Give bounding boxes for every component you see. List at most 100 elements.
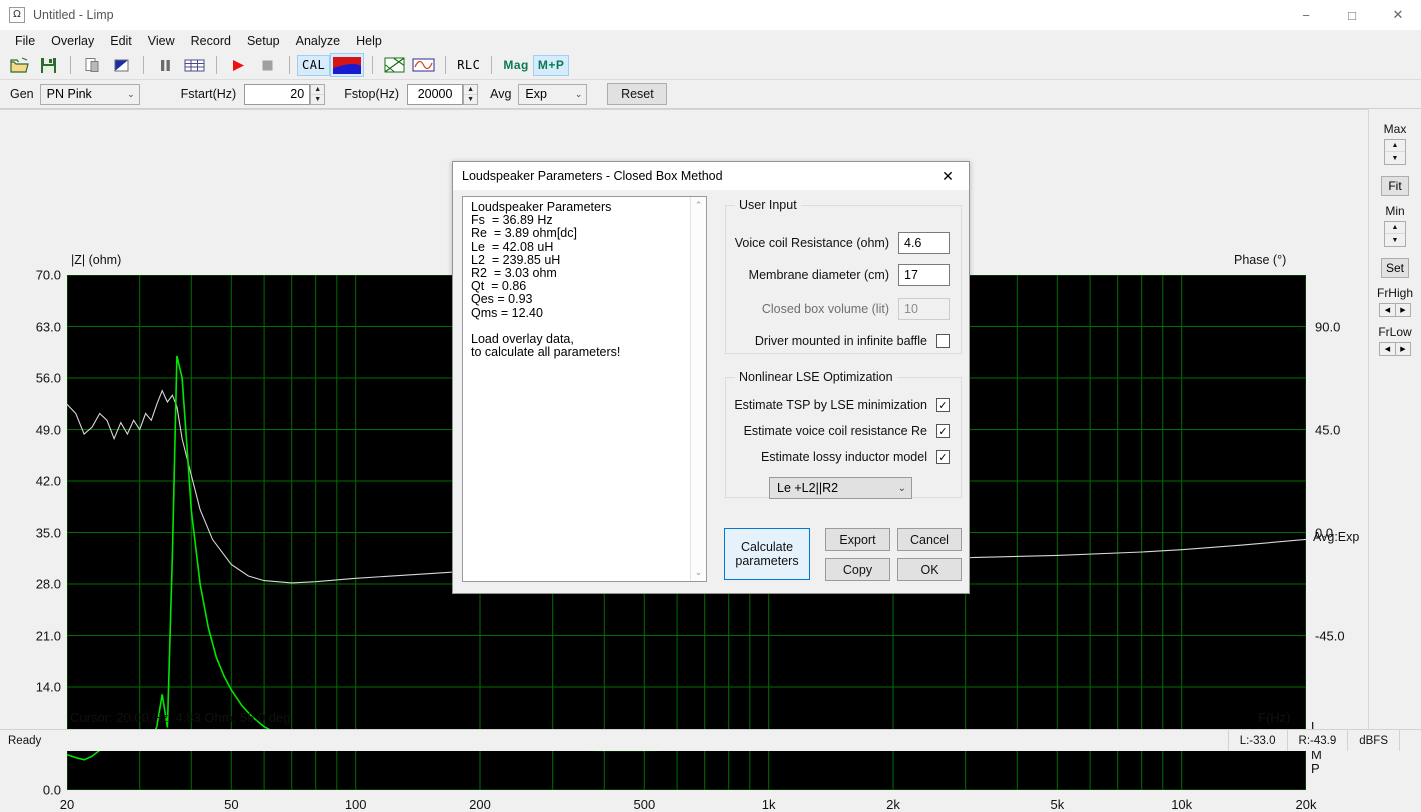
avg-select[interactable]: Exp ⌄ xyxy=(518,84,587,105)
frlow-stepper[interactable]: ◀ ▶ xyxy=(1379,342,1411,356)
y-tick-label: 56.0 xyxy=(1,371,61,386)
maximize-button[interactable]: □ xyxy=(1329,0,1375,30)
impedance-curve-button[interactable] xyxy=(380,53,408,77)
max-up-icon[interactable]: ▲ xyxy=(1385,140,1405,152)
mag-phase-button[interactable]: M+P xyxy=(533,55,570,76)
estimate-tsp-label: Estimate TSP by LSE minimization xyxy=(734,398,927,412)
minimize-button[interactable]: − xyxy=(1283,0,1329,30)
cancel-button[interactable]: Cancel xyxy=(897,528,962,551)
x-tick-label: 500 xyxy=(633,797,655,812)
overlay-button[interactable] xyxy=(107,53,135,77)
window-controls: − □ ✕ xyxy=(1283,0,1421,30)
pause-button[interactable] xyxy=(151,53,179,77)
ok-button[interactable]: OK xyxy=(897,558,962,581)
fstop-stepper[interactable]: ▲▼ xyxy=(463,84,478,105)
menu-file[interactable]: File xyxy=(7,32,43,50)
estimate-lossy-label: Estimate lossy inductor model xyxy=(761,450,927,464)
gen-select[interactable]: PN Pink ⌄ xyxy=(40,84,140,105)
calculate-parameters-button[interactable]: Calculate parameters xyxy=(724,528,810,580)
menu-setup[interactable]: Setup xyxy=(239,32,288,50)
scroll-up-icon[interactable]: ⌃ xyxy=(695,200,703,211)
export-button[interactable]: Export xyxy=(825,528,890,551)
frhigh-right-icon[interactable]: ▶ xyxy=(1395,303,1411,317)
frlow-left-icon[interactable]: ◀ xyxy=(1379,342,1395,356)
frlow-right-icon[interactable]: ▶ xyxy=(1395,342,1411,356)
menubar: File Overlay Edit View Record Setup Anal… xyxy=(0,30,1421,51)
stop-button[interactable] xyxy=(253,53,281,77)
save-disk-icon xyxy=(40,57,57,74)
chevron-down-icon: ⌄ xyxy=(575,89,583,100)
parameters-listbox[interactable]: Loudspeaker Parameters Fs = 36.89 Hz Re … xyxy=(462,196,707,582)
status-levels: L:-33.0 R:-43.9 dBFS xyxy=(1228,730,1421,751)
dialog-titlebar: Loudspeaker Parameters - Closed Box Meth… xyxy=(453,162,969,190)
cal-button[interactable]: CAL xyxy=(297,55,330,76)
stop-icon xyxy=(260,58,275,73)
parameters-scrollbar[interactable]: ⌃ ⌄ xyxy=(690,197,706,581)
menu-view[interactable]: View xyxy=(140,32,183,50)
y-tick-label: 35.0 xyxy=(1,525,61,540)
min-stepper[interactable]: ▲ ▼ xyxy=(1384,221,1406,247)
estimate-lossy-checkbox[interactable]: ✓ xyxy=(936,450,950,464)
frhigh-stepper[interactable]: ◀ ▶ xyxy=(1379,303,1411,317)
user-input-legend: User Input xyxy=(735,198,801,212)
max-label: Max xyxy=(1384,122,1407,136)
toolbar: CAL RLC Mag M+P xyxy=(0,51,1421,80)
copy-button[interactable]: Copy xyxy=(825,558,890,581)
frhigh-left-icon[interactable]: ◀ xyxy=(1379,303,1395,317)
avg-mode-label: Avg:Exp xyxy=(1313,530,1359,544)
membrane-diameter-input[interactable]: 17 xyxy=(898,264,950,286)
box-volume-input[interactable]: 10 xyxy=(898,298,950,320)
sine-curve-button[interactable] xyxy=(409,53,437,77)
redblue-button[interactable] xyxy=(330,53,364,77)
save-button[interactable] xyxy=(34,53,62,77)
open-button[interactable] xyxy=(5,53,33,77)
window-titlebar: Ω Untitled - Limp − □ ✕ xyxy=(0,0,1421,30)
check-icon: ✓ xyxy=(938,399,947,412)
fstart-stepper[interactable]: ▲▼ xyxy=(310,84,325,105)
fstop-value: 20000 xyxy=(418,87,453,101)
fstop-label: Fstop(Hz) xyxy=(344,87,399,101)
fit-button[interactable]: Fit xyxy=(1381,176,1409,196)
scroll-down-icon[interactable]: ⌄ xyxy=(695,567,703,578)
x-tick-label: 10k xyxy=(1171,797,1192,812)
mag-button[interactable]: Mag xyxy=(499,55,533,76)
estimate-tsp-checkbox[interactable]: ✓ xyxy=(936,398,950,412)
y-tick-label: 28.0 xyxy=(1,577,61,592)
vc-resistance-row: Voice coil Resistance (ohm) 4.6 xyxy=(735,232,950,254)
set-button[interactable]: Set xyxy=(1381,258,1409,278)
min-up-icon[interactable]: ▲ xyxy=(1385,222,1405,234)
resize-grip-icon[interactable] xyxy=(1399,730,1421,751)
toolbar-separator-5 xyxy=(372,56,373,74)
estimate-re-checkbox[interactable]: ✓ xyxy=(936,424,950,438)
vc-resistance-label: Voice coil Resistance (ohm) xyxy=(735,236,889,250)
frlow-label: FrLow xyxy=(1378,325,1411,339)
fstart-input[interactable]: 20 xyxy=(244,84,310,105)
reset-button[interactable]: Reset xyxy=(607,83,667,105)
close-button[interactable]: ✕ xyxy=(1375,0,1421,30)
min-down-icon[interactable]: ▼ xyxy=(1385,234,1405,246)
max-down-icon[interactable]: ▼ xyxy=(1385,152,1405,164)
vc-resistance-input[interactable]: 4.6 xyxy=(898,232,950,254)
dialog-close-button[interactable]: ✕ xyxy=(927,162,969,190)
menu-overlay[interactable]: Overlay xyxy=(43,32,102,50)
rlc-button[interactable]: RLC xyxy=(453,55,484,76)
infinite-baffle-checkbox[interactable] xyxy=(936,334,950,348)
menu-record[interactable]: Record xyxy=(183,32,239,50)
new-page-button[interactable] xyxy=(78,53,106,77)
menu-edit[interactable]: Edit xyxy=(102,32,140,50)
table-button[interactable] xyxy=(180,53,208,77)
menu-help[interactable]: Help xyxy=(348,32,390,50)
menu-analyze[interactable]: Analyze xyxy=(288,32,348,50)
play-button[interactable] xyxy=(224,53,252,77)
inductor-model-value: Le +L2||R2 xyxy=(777,481,838,495)
loudspeaker-parameters-dialog[interactable]: Loudspeaker Parameters - Closed Box Meth… xyxy=(452,161,970,594)
fstop-input[interactable]: 20000 xyxy=(407,84,463,105)
box-volume-value: 10 xyxy=(904,302,918,316)
maximize-icon: □ xyxy=(1348,8,1356,23)
play-icon xyxy=(230,58,246,73)
inductor-model-select[interactable]: Le +L2||R2 ⌄ xyxy=(769,477,912,499)
y-tick-label: 21.0 xyxy=(1,628,61,643)
minimize-icon: − xyxy=(1302,8,1310,23)
max-stepper[interactable]: ▲ ▼ xyxy=(1384,139,1406,165)
y-tick-label: 0.0 xyxy=(1,783,61,798)
